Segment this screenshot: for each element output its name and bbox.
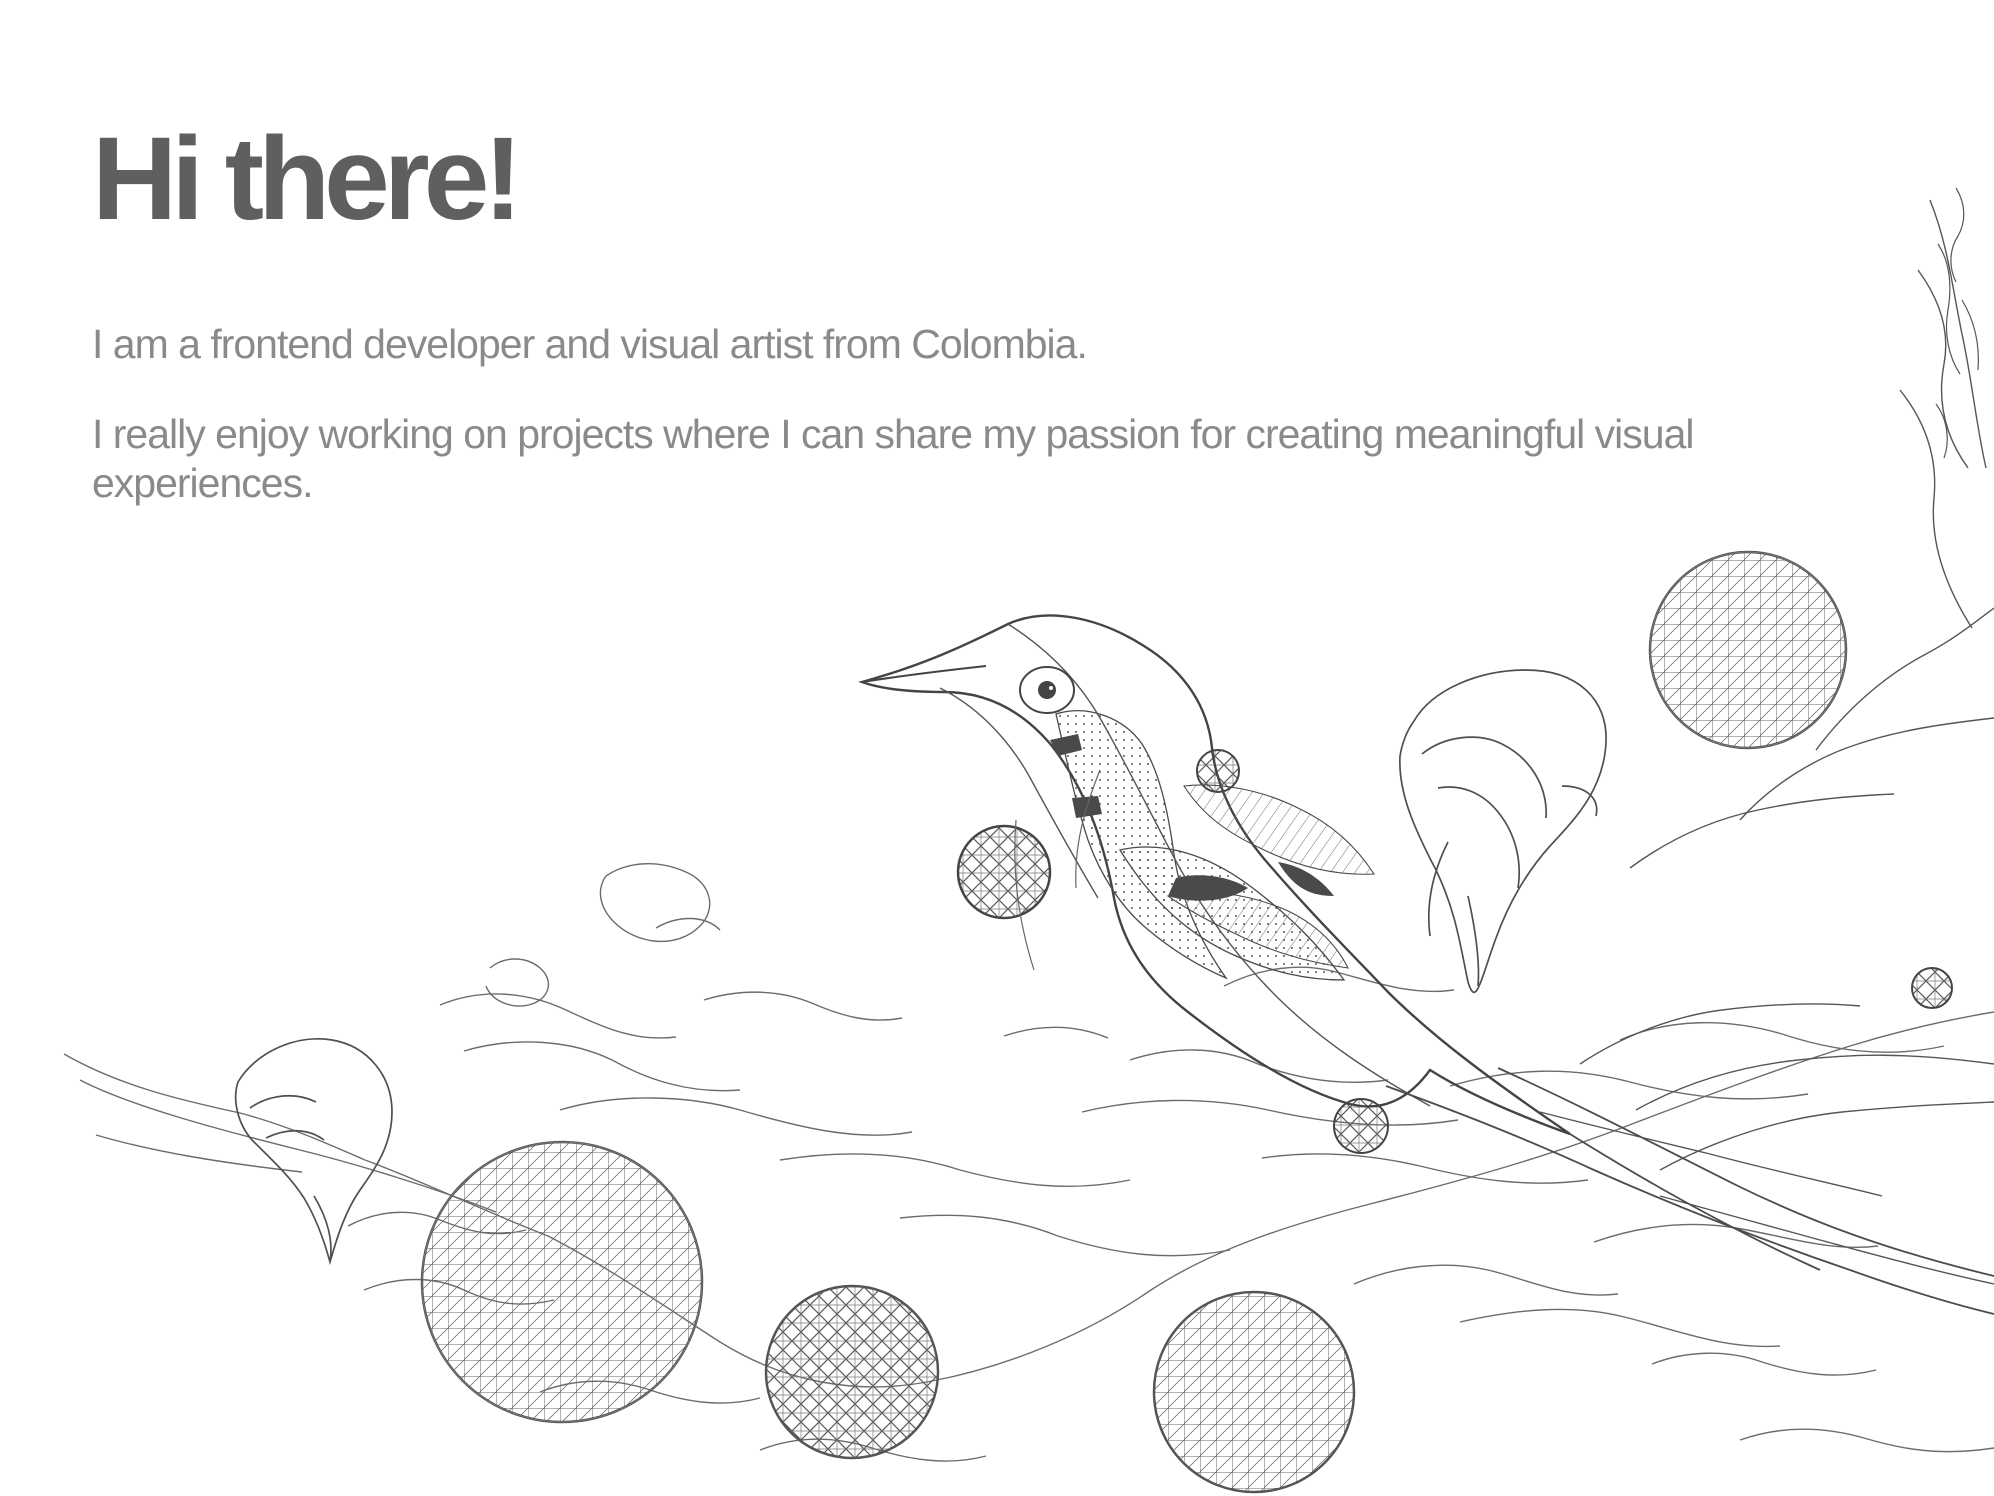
sphere-large-left (420, 1140, 704, 1424)
intro-paragraph-2: I really enjoy working on projects where… (92, 411, 1695, 506)
bird-figure (858, 614, 1571, 1136)
sphere-small-bird-left (956, 824, 1052, 920)
bird-branch (1385, 1067, 1994, 1315)
sphere-large-bottom-center (1152, 1290, 1356, 1494)
sphere-tiny-right-edge (1911, 967, 1953, 1009)
sphere-tiny-bird-right (1196, 749, 1240, 793)
sphere-ornament-bottom (764, 1284, 940, 1460)
sphere-top-right (1648, 550, 1848, 750)
skull-right (1399, 669, 1607, 994)
hero-section: Hi there! I am a frontend developer and … (92, 120, 1792, 507)
skull-left (234, 1038, 393, 1266)
ground-texture (63, 863, 1994, 1462)
top-right-scribbles (1935, 187, 1979, 459)
sphere-small-ground (1333, 1098, 1389, 1154)
hero-title: Hi there! (92, 113, 523, 245)
intro-paragraph-1: I am a frontend developer and visual art… (92, 321, 1088, 367)
